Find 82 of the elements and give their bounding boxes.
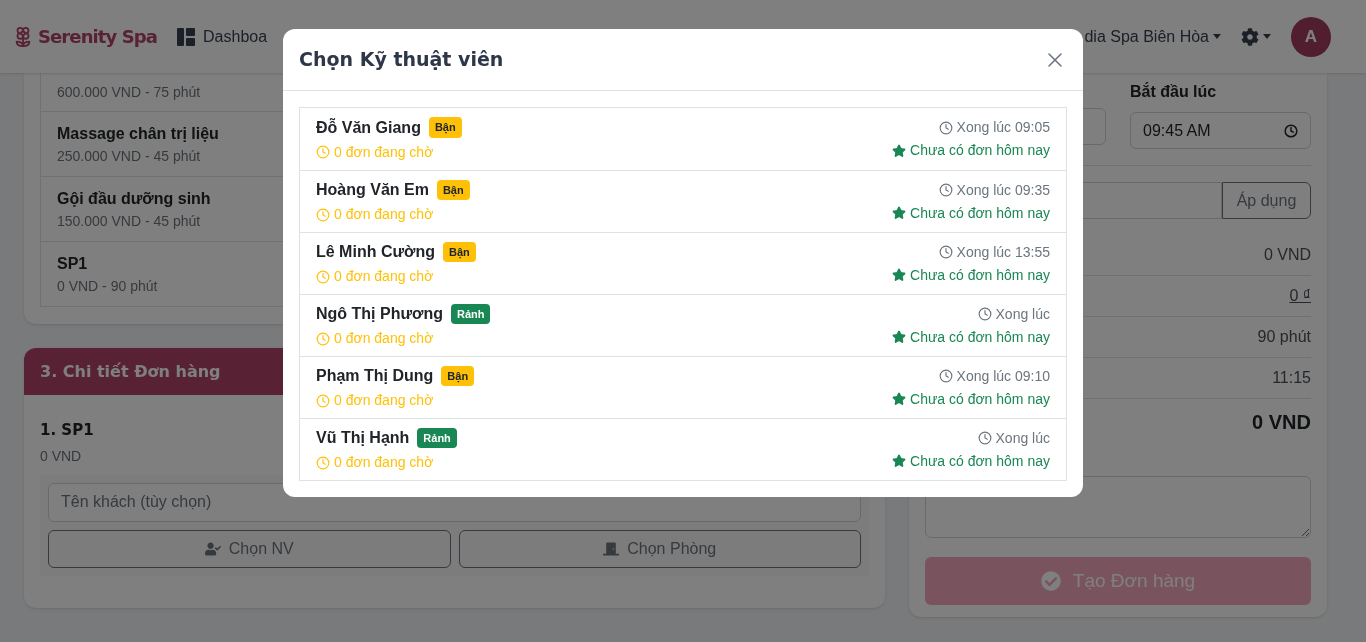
- start-time-label: Bắt đầu lúc: [1130, 81, 1218, 102]
- status-badge: Bận: [442, 241, 476, 263]
- technician-name: Đỗ Văn Giang: [316, 117, 421, 138]
- service-price: 150.000 VND - 45 phút: [57, 211, 201, 231]
- today-note: Chưa có đơn hôm nay: [910, 203, 1050, 223]
- today-note: Chưa có đơn hôm nay: [910, 265, 1050, 285]
- service-price: 600.000 VND - 75 phút: [57, 82, 201, 102]
- item-title: 1. SP1: [40, 420, 94, 441]
- status-badge: Bận: [441, 365, 475, 387]
- pending-orders: 0 đơn đang chờ: [334, 329, 434, 348]
- technician-item[interactable]: Đỗ Văn Giang Bận 0 đơn đang chờ Xong lúc 09:05 Chưa có đơn hôm nay: [300, 108, 1066, 170]
- door-icon: [603, 540, 620, 557]
- today-note: Chưa có đơn hôm nay: [910, 327, 1050, 347]
- clock-icon: [316, 331, 330, 346]
- star-icon: [892, 143, 907, 158]
- star-icon: [892, 392, 907, 406]
- user-check-icon: [204, 540, 221, 557]
- today-note: Chưa có đơn hôm nay: [910, 389, 1050, 409]
- clock-icon: [977, 431, 992, 445]
- finish-time: Xong lúc: [995, 304, 1050, 324]
- star-icon: [892, 268, 907, 282]
- clock-icon: [316, 207, 330, 222]
- status-badge: Rảnh: [450, 303, 491, 325]
- total-value: 0 VND: [1252, 410, 1311, 435]
- apply-button[interactable]: Áp dụng: [1222, 182, 1311, 219]
- pending-orders: 0 đơn đang chờ: [334, 453, 434, 472]
- clock-icon: [316, 393, 330, 408]
- pending-orders: 0 đơn đang chờ: [334, 205, 434, 224]
- summary-value: 0 VND: [1263, 245, 1311, 265]
- finish-time: Xong lúc: [995, 428, 1050, 448]
- service-name: Massage chân trị liệu: [57, 123, 219, 144]
- technician-item[interactable]: Vũ Thị Hạnh Rảnh 0 đơn đang chờ Xong lúc Chưa có đơn hôm nay: [300, 418, 1066, 480]
- branch-dropdown[interactable]: dia Spa Biên Hòa: [1084, 24, 1221, 49]
- technician-name: Ngô Thị Phương: [316, 304, 443, 324]
- service-name: Gội đầu dưỡng sinh: [57, 188, 211, 209]
- choose-staff-button[interactable]: Chọn NV: [48, 529, 451, 568]
- service-price: 0 VND - 90 phút: [57, 276, 158, 296]
- choose-room-button[interactable]: Chọn Phòng: [458, 529, 861, 568]
- clock-icon: [1284, 123, 1298, 138]
- item-price: 0 VND: [40, 446, 82, 466]
- technician-item[interactable]: Hoàng Văn Em Bận 0 đơn đang chờ Xong lúc 09:35 Chưa có đơn hôm nay: [300, 170, 1066, 232]
- summary-value: 11:15: [1272, 368, 1311, 388]
- service-price: 250.000 VND - 45 phút: [57, 146, 201, 166]
- today-note: Chưa có đơn hôm nay: [910, 141, 1050, 160]
- pending-orders: 0 đơn đang chờ: [334, 142, 434, 162]
- clock-icon: [977, 307, 992, 321]
- finish-time: Xong lúc 13:55: [956, 242, 1050, 262]
- technician-name: Hoàng Văn Em: [316, 180, 429, 200]
- clock-icon: [938, 183, 953, 197]
- star-icon: [892, 454, 907, 468]
- start-time-field[interactable]: 09:45 AM: [1130, 112, 1311, 149]
- today-note: Chưa có đơn hôm nay: [910, 451, 1050, 471]
- brand-name[interactable]: Serenity Spa: [38, 23, 158, 50]
- technician-item[interactable]: Phạm Thị Dung Bận 0 đơn đang chờ Xong lúc 09:10 Chưa có đơn hôm nay: [300, 356, 1066, 418]
- dialog-title: Chọn Kỹ thuật viên: [299, 47, 504, 73]
- summary-value: 90 phút: [1257, 327, 1311, 347]
- technician-item[interactable]: Lê Minh Cường Bận 0 đơn đang chờ Xong lúc 13:55 Chưa có đơn hôm nay: [300, 232, 1066, 294]
- technician-name: Phạm Thị Dung: [316, 366, 434, 386]
- clock-icon: [316, 269, 330, 284]
- clock-icon: [316, 145, 330, 159]
- pending-orders: 0 đơn đang chờ: [334, 267, 434, 286]
- dashboard-icon: [177, 27, 196, 46]
- clock-icon: [316, 455, 330, 470]
- finish-time: Xong lúc 09:10: [956, 366, 1050, 386]
- clock-icon: [938, 245, 953, 259]
- status-badge: Bận: [428, 117, 462, 138]
- technician-name: Lê Minh Cường: [316, 242, 435, 262]
- service-name: SP1: [57, 253, 88, 274]
- status-badge: Rảnh: [417, 427, 457, 449]
- finish-time: Xong lúc 09:35: [956, 180, 1050, 200]
- settings-dropdown[interactable]: [1241, 27, 1271, 46]
- summary-value: 0 ₫: [1289, 286, 1311, 306]
- star-icon: [892, 330, 907, 344]
- status-badge: Bận: [436, 179, 470, 201]
- finish-time: Xong lúc 09:05: [956, 118, 1050, 137]
- clock-icon: [938, 369, 953, 383]
- technician-item[interactable]: Ngô Thị Phương Rảnh 0 đơn đang chờ Xong lúc Chưa có đơn hôm nay: [300, 294, 1066, 356]
- nav-link[interactable]: Dashboa: [203, 24, 268, 49]
- user-avatar[interactable]: A: [1291, 16, 1331, 57]
- clock-icon: [938, 120, 953, 135]
- technician-name: Vũ Thị Hạnh: [316, 428, 410, 448]
- star-icon: [892, 206, 907, 220]
